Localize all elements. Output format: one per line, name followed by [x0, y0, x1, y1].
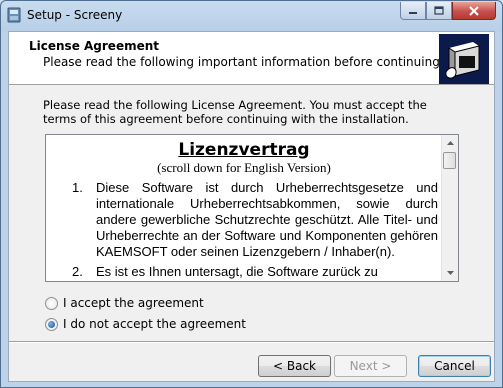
- scroll-thumb[interactable]: [443, 152, 456, 169]
- maximize-icon: [434, 6, 444, 15]
- decline-option[interactable]: I do not accept the agreement: [45, 317, 246, 331]
- license-content: Lizenzvertrag (scroll down for English V…: [46, 135, 442, 281]
- license-heading-text: Lizenzvertrag: [178, 140, 310, 160]
- title-bar[interactable]: Setup - Screeny: [1, 1, 502, 31]
- minimize-button[interactable]: [400, 2, 426, 20]
- page-title: License Agreement: [29, 39, 160, 53]
- clause-text: Es ist es Ihnen untersagt, die Software …: [96, 264, 378, 279]
- license-heading: Lizenzvertrag: [46, 140, 442, 160]
- setup-window: Setup - Screeny License Agreement Please…: [0, 0, 503, 388]
- license-clause: 1. Diese Software ist durch Urheberrecht…: [72, 180, 438, 260]
- scroll-down-button[interactable]: [442, 265, 458, 281]
- page-subtitle: Please read the following important info…: [43, 55, 444, 69]
- scroll-down-arrow-icon: [446, 271, 454, 275]
- back-button[interactable]: < Back: [258, 355, 331, 377]
- wizard-body: License Agreement Please read the follow…: [8, 31, 495, 382]
- maximize-button[interactable]: [426, 2, 452, 20]
- clause-number: 1.: [72, 180, 83, 195]
- decline-label[interactable]: I do not accept the agreement: [63, 317, 246, 331]
- close-button[interactable]: [452, 2, 496, 20]
- scroll-up-arrow-icon: [446, 141, 454, 145]
- intro-text: Please read the following License Agreem…: [43, 98, 427, 126]
- window-controls: [400, 2, 496, 21]
- license-scrollbar[interactable]: [441, 135, 458, 281]
- license-subheading: (scroll down for English Version): [157, 160, 331, 175]
- accept-label[interactable]: I accept the agreement: [63, 296, 204, 310]
- clause-number: 2.: [72, 264, 83, 279]
- cancel-button[interactable]: Cancel: [418, 355, 491, 377]
- close-icon: [469, 5, 479, 16]
- setup-app-icon: [7, 7, 21, 23]
- accept-option[interactable]: I accept the agreement: [45, 296, 204, 310]
- decline-radio[interactable]: [45, 317, 58, 331]
- minimize-icon: [409, 11, 417, 14]
- license-clauses: 1. Diese Software ist durch Urheberrecht…: [72, 180, 438, 281]
- next-button[interactable]: Next >: [334, 355, 407, 377]
- license-clause: 2. Es ist es Ihnen untersagt, die Softwa…: [72, 264, 438, 280]
- scroll-up-button[interactable]: [442, 135, 458, 151]
- clause-text: Diese Software ist durch Urheberrechtsge…: [96, 180, 438, 259]
- accept-radio[interactable]: [45, 296, 58, 310]
- footer-separator: [9, 341, 494, 343]
- window-title: Setup - Screeny: [27, 8, 123, 22]
- installer-logo-icon: [439, 34, 489, 84]
- wizard-header: License Agreement Please read the follow…: [9, 32, 494, 85]
- license-text-box[interactable]: Lizenzvertrag (scroll down for English V…: [45, 134, 459, 282]
